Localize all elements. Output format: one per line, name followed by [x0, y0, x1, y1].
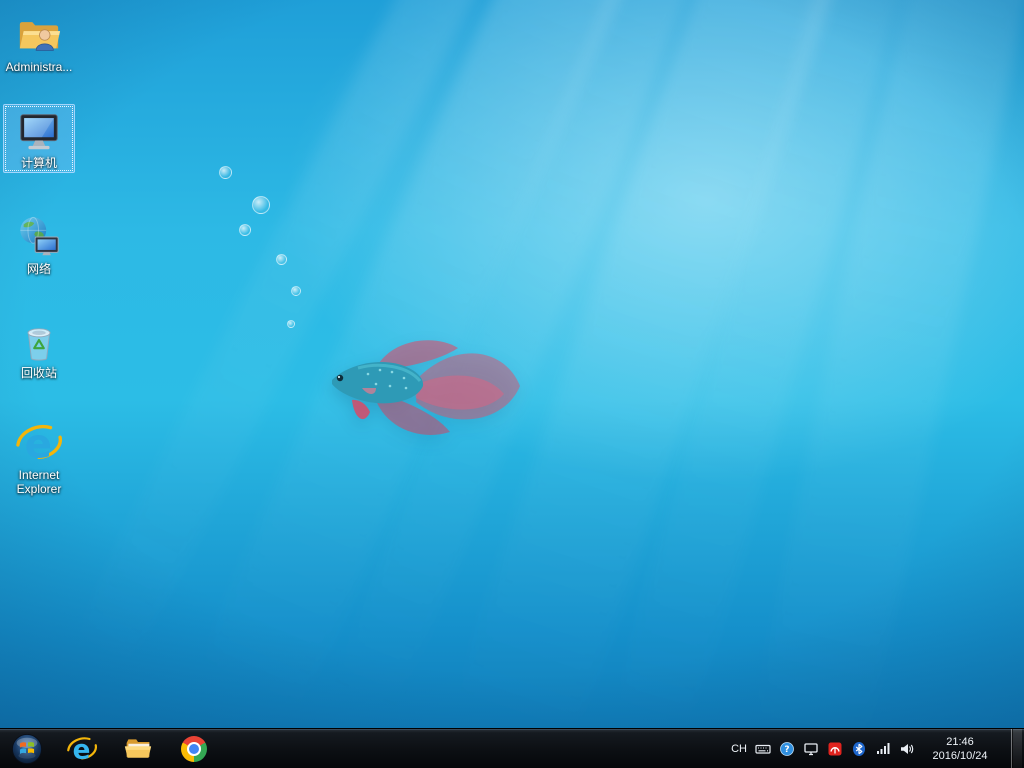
start-button[interactable]	[0, 729, 54, 768]
icon-label: 回收站	[20, 366, 57, 380]
betta-fish	[332, 340, 520, 435]
chrome-icon	[181, 735, 207, 762]
icon-label: 计算机	[20, 156, 57, 170]
wallpaper	[0, 0, 1024, 768]
bubble	[287, 320, 295, 328]
desktop-icon-internet-explorer[interactable]: e Internet Explorer	[3, 416, 75, 499]
svg-text:?: ?	[784, 745, 789, 755]
internet-explorer-icon: e	[16, 420, 62, 466]
avira-icon[interactable]	[827, 741, 843, 757]
svg-text:e: e	[73, 735, 91, 764]
desktop-icon-administrator[interactable]: Administra...	[3, 8, 75, 77]
folder-icon	[124, 738, 152, 758]
taskbar-internet-explorer-button[interactable]: e	[54, 729, 110, 768]
bubble	[239, 224, 251, 236]
volume-icon[interactable]	[899, 741, 915, 757]
computer-icon	[16, 108, 62, 154]
bubble	[219, 166, 232, 179]
recycle-bin-icon	[16, 318, 62, 364]
clock[interactable]: 21:46 2016/10/24	[927, 735, 993, 763]
icon-label: 网络	[26, 262, 51, 276]
desktop[interactable]: Administra... 计算机 网络 回收站 e Internet Expl…	[0, 0, 1024, 768]
bubble	[252, 196, 270, 214]
show-desktop-button[interactable]	[1011, 729, 1022, 768]
system-tray: CH ? 21:46 2016/10/24	[731, 729, 1024, 768]
svg-text:e: e	[25, 421, 52, 466]
clock-date: 2016/10/24	[932, 749, 988, 762]
taskbar-explorer-button[interactable]	[110, 729, 166, 768]
taskbar-chrome-button[interactable]	[166, 729, 222, 768]
safely-remove-hardware-icon[interactable]	[803, 741, 819, 757]
clock-time: 21:46	[946, 735, 974, 748]
taskbar: e CH ? 21:46 2016/10/24	[0, 728, 1024, 768]
network-signal-icon[interactable]	[875, 741, 891, 757]
desktop-icon-network[interactable]: 网络	[3, 210, 75, 279]
user-folder-icon	[16, 12, 62, 58]
help-icon[interactable]: ?	[779, 741, 795, 757]
internet-explorer-icon: e	[67, 735, 97, 764]
desktop-icon-computer[interactable]: 计算机	[3, 104, 75, 173]
desktop-icon-recycle-bin[interactable]: 回收站	[3, 314, 75, 383]
language-indicator[interactable]: CH	[731, 743, 747, 755]
bubble	[276, 254, 287, 265]
network-icon	[16, 214, 62, 260]
icon-label: Internet Explorer	[16, 468, 62, 496]
windows-orb-icon	[11, 733, 43, 764]
keyboard-icon[interactable]	[755, 741, 771, 757]
icon-label: Administra...	[5, 60, 73, 74]
bubble	[291, 286, 301, 296]
bluetooth-icon[interactable]	[851, 741, 867, 757]
